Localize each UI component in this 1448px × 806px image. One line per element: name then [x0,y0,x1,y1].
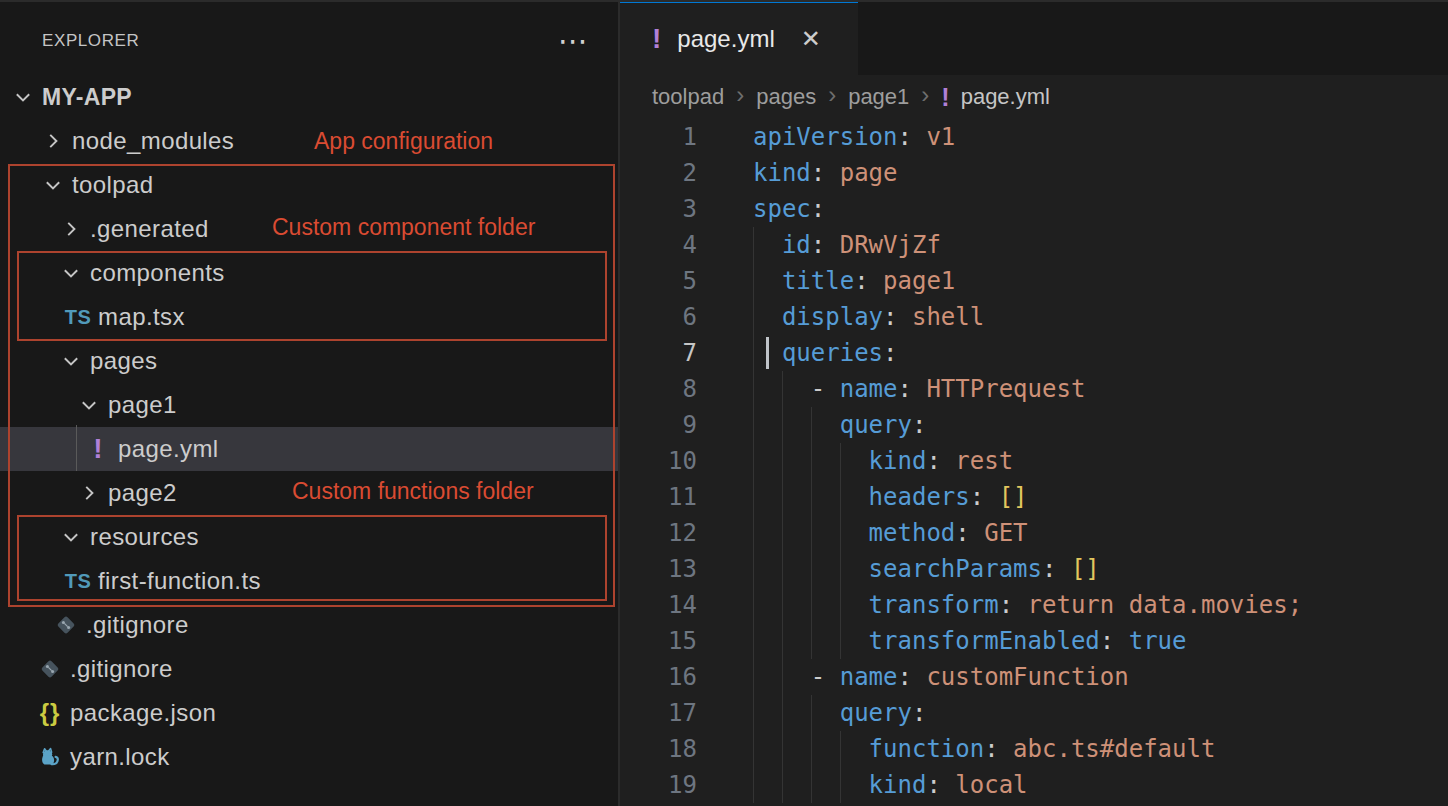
tree-indent-guide [76,425,77,471]
code-line[interactable]: 10kind: rest [620,443,1448,479]
breadcrumb-item-toolpad[interactable]: toolpad [652,84,724,110]
chevron-right-icon: › [828,81,836,109]
tab-strip: ! page.yml ✕ [620,0,1448,75]
explorer-header: EXPLORER ⋯ [0,0,618,75]
code-line[interactable]: 17query: [620,695,1448,731]
tree-item-gitignore-root[interactable]: .gitignore [0,647,618,691]
tree-item-node-modules[interactable]: node_modules [0,119,618,163]
code-line[interactable]: 9query: [620,407,1448,443]
annotation-label-custom-functions-folder: Custom functions folder [292,478,534,505]
code-line[interactable]: 5title: page1 [620,263,1448,299]
tree-item-first-function-ts[interactable]: TS first-function.ts [0,559,618,603]
tree-item-gitignore-toolpad[interactable]: .gitignore [0,603,618,647]
chevron-right-icon: › [736,81,744,109]
code-line[interactable]: 16- name: customFunction [620,659,1448,695]
explorer-title: EXPLORER [42,31,139,51]
breadcrumb-item-pages[interactable]: pages [756,84,816,110]
tab-page-yml[interactable]: ! page.yml ✕ [620,0,858,75]
code-line[interactable]: 1apiVersion: v1 [620,119,1448,155]
tree-root-my-app[interactable]: MY-APP [0,75,618,119]
tree-item-page1[interactable]: page1 [0,383,618,427]
tree-item-package-json[interactable]: {} package.json [0,691,618,735]
close-icon[interactable]: ✕ [801,25,821,53]
warning-icon: ! [941,83,949,112]
chevron-down-icon [60,262,90,284]
code-line[interactable]: 3spec: [620,191,1448,227]
chevron-down-icon [60,350,90,372]
chevron-down-icon [78,394,108,416]
chevron-down-icon [12,86,42,108]
code-line[interactable]: 4id: DRwVjZf [620,227,1448,263]
tree-item-components[interactable]: components [0,251,618,295]
typescript-icon: TS [64,570,92,593]
git-icon [36,656,64,682]
chevron-right-icon [78,482,108,504]
code-line[interactable]: 14transform: return data.movies; [620,587,1448,623]
chevron-down-icon [60,526,90,548]
code-line[interactable]: 18function: abc.ts#default [620,731,1448,767]
breadcrumb: toolpad › pages › page1 › ! page.yml [620,75,1448,119]
tree-item-resources[interactable]: resources [0,515,618,559]
warning-icon: ! [652,23,661,55]
chevron-right-icon [42,130,72,152]
editor-area: ! page.yml ✕ toolpad › pages › page1 › !… [620,0,1448,806]
breadcrumb-item-page-yml[interactable]: page.yml [961,84,1050,110]
tree-item-toolpad[interactable]: toolpad [0,163,618,207]
json-braces-icon: {} [36,699,64,727]
tree-item-yarn-lock[interactable]: yarn.lock [0,735,618,779]
code-line[interactable]: 11headers: [] [620,479,1448,515]
code-editor[interactable]: 1apiVersion: v1 2kind: page 3spec: 4id: … [620,119,1448,803]
breadcrumb-item-page1[interactable]: page1 [848,84,909,110]
code-line[interactable]: 15transformEnabled: true [620,623,1448,659]
more-actions-icon[interactable]: ⋯ [558,36,590,46]
typescript-icon: TS [64,306,92,329]
code-line[interactable]: 12method: GET [620,515,1448,551]
git-icon [52,612,80,638]
tree-item-page-yml[interactable]: ! page.yml [0,427,618,471]
warning-icon: ! [84,433,112,465]
yarn-icon [36,744,64,770]
annotation-label-custom-component-folder: Custom component folder [272,214,535,241]
code-line[interactable]: 19kind: local [620,767,1448,803]
code-line[interactable]: 2kind: page [620,155,1448,191]
chevron-down-icon [42,174,72,196]
code-line-current[interactable]: 7queries: [620,335,1448,371]
chevron-right-icon: › [921,81,929,109]
window-top-border [0,0,1448,2]
tree-item-pages[interactable]: pages [0,339,618,383]
annotation-label-app-configuration: App configuration [314,128,493,155]
explorer-sidebar: EXPLORER ⋯ MY-APP node_modules toolpad .… [0,0,618,806]
tree-item-map-tsx[interactable]: TS map.tsx [0,295,618,339]
code-line[interactable]: 6display: shell [620,299,1448,335]
chevron-right-icon [60,218,90,240]
vscode-window: EXPLORER ⋯ MY-APP node_modules toolpad .… [0,0,1448,806]
code-line[interactable]: 8- name: HTTPrequest [620,371,1448,407]
code-line[interactable]: 13searchParams: [] [620,551,1448,587]
